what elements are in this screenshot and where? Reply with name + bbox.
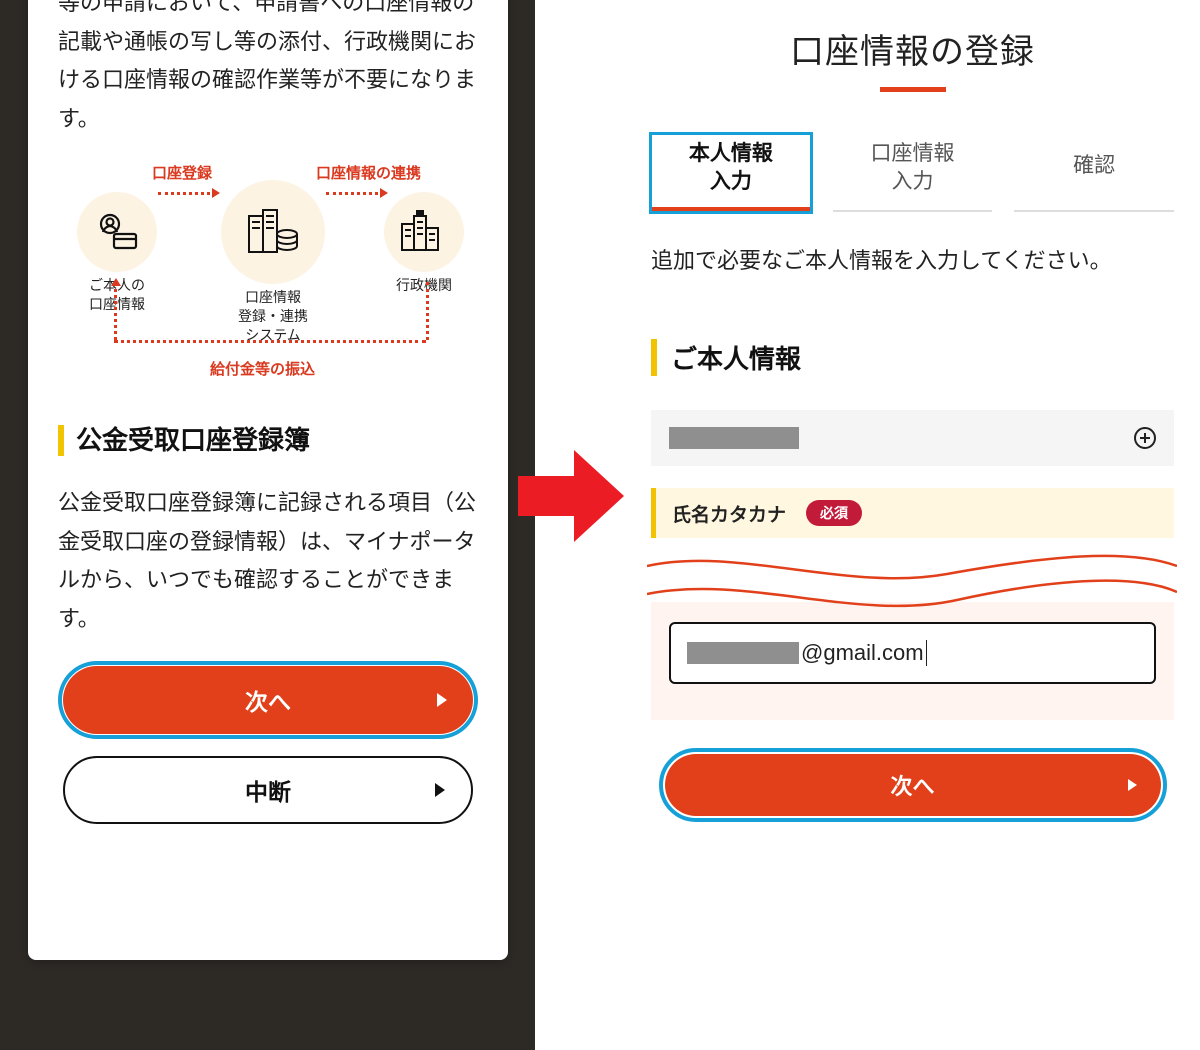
dots-line-icon	[114, 340, 426, 343]
left-card: 等の申請において、申請書への口座情報の記載や通帳の写し等の添付、行政機関における…	[28, 0, 508, 960]
tab-personal-info[interactable]: 本人情報 入力	[651, 134, 811, 212]
diag-label-register: 口座登録	[152, 162, 212, 183]
diag-node-system: 口座情報 登録・連携 システム	[218, 180, 328, 345]
tab-label-l2: 入力	[710, 170, 752, 193]
tab-label-l2: 入力	[892, 170, 934, 193]
diag-node-gov: 行政機関	[374, 192, 474, 295]
plus-circle-icon	[1134, 427, 1156, 449]
cancel-button[interactable]: 中断	[63, 756, 473, 824]
tab-label: 確認	[1073, 154, 1115, 177]
tab-account-info[interactable]: 口座情報 入力	[833, 134, 993, 212]
diag-node-user-l2: 口座情報	[89, 296, 145, 312]
tab-label-l1: 本人情報	[689, 142, 773, 165]
database-buildings-icon	[221, 180, 325, 284]
next-button-label: 次へ	[245, 683, 291, 717]
email-suffix: @gmail.com	[801, 640, 924, 666]
caret-right-icon	[437, 693, 447, 707]
government-buildings-icon	[384, 192, 464, 272]
user-card-icon	[77, 192, 157, 272]
diag-node-gov-label: 行政機関	[396, 277, 452, 293]
diag-label-link: 口座情報の連携	[316, 162, 421, 183]
right-screen: 口座情報の登録 本人情報 入力 口座情報 入力 確認 追加で必要なご本人情報を入…	[535, 0, 1200, 1050]
diag-node-system-l2: 登録・連携	[238, 308, 308, 324]
content-break-wave-icon	[651, 544, 1174, 608]
caret-right-icon	[1128, 779, 1137, 791]
tab-confirm[interactable]: 確認	[1014, 134, 1174, 212]
cancel-button-label: 中断	[245, 773, 291, 807]
account-flow-diagram: 口座登録 口座情報の連携 ご本人の 口座情	[58, 162, 478, 397]
diag-label-payment: 給付金等の振込	[210, 358, 315, 379]
text-cursor-icon	[926, 640, 928, 666]
page-title: 口座情報の登録	[651, 24, 1174, 73]
dots-v-icon	[426, 282, 429, 340]
redacted-text	[669, 427, 799, 449]
left-screen: 等の申請において、申請書への口座情報の記載や通帳の写し等の添付、行政機関における…	[0, 0, 535, 1050]
section-heading-registry: 公金受取口座登録簿	[58, 425, 478, 456]
step-tabs: 本人情報 入力 口座情報 入力 確認	[651, 134, 1174, 212]
diag-node-system-l1: 口座情報	[245, 289, 301, 305]
instruction-text: 追加で必要なご本人情報を入力してください。	[651, 242, 1174, 279]
caret-right-icon	[435, 783, 445, 797]
intro-paragraph: 等の申請において、申請書への口座情報の記載や通帳の写し等の添付、行政機関における…	[58, 0, 478, 138]
section-body-registry: 公金受取口座登録簿に記録される項目（公金受取口座の登録情報）は、マイナポータルか…	[58, 484, 478, 638]
tab-label-l1: 口座情報	[871, 142, 955, 165]
field-label: 氏名カタカナ	[672, 500, 786, 527]
field-name-katakana: 氏名カタカナ 必須	[651, 488, 1174, 538]
redacted-text	[687, 642, 799, 664]
next-button-label: 次へ	[890, 769, 934, 801]
section-heading-personal: ご本人情報	[651, 339, 1174, 376]
next-button[interactable]: 次へ	[63, 666, 473, 734]
expand-row[interactable]	[651, 410, 1174, 466]
next-button[interactable]: 次へ	[665, 754, 1161, 816]
diag-node-user: ご本人の 口座情報	[62, 192, 172, 314]
email-field-wrap: @gmail.com	[651, 602, 1174, 720]
email-input[interactable]: @gmail.com	[669, 622, 1156, 684]
title-underline	[880, 87, 946, 92]
required-badge: 必須	[806, 500, 862, 526]
arrow-up-dots-icon	[114, 282, 117, 340]
flow-arrow-icon	[518, 450, 628, 542]
